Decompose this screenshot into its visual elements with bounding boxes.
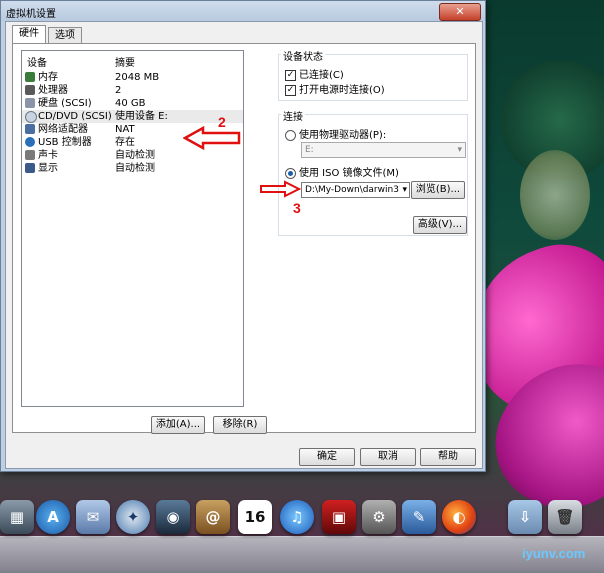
remove-device-button[interactable]: 移除(R)	[213, 416, 267, 434]
photo-booth-icon[interactable]: ▣	[322, 500, 356, 534]
device-name: CD/DVD (SCSI)	[38, 111, 112, 122]
column-header-summary[interactable]: 摘要	[115, 54, 135, 69]
finder-icon[interactable]: ▦	[0, 500, 34, 534]
close-button[interactable]: ✕	[439, 3, 481, 21]
wallpaper-highlight	[520, 150, 590, 240]
radio-icon	[285, 129, 296, 141]
connect-at-power-on-checkbox[interactable]: ✓ 打开电源时连接(O)	[285, 81, 385, 96]
device-summary: 2	[115, 85, 122, 96]
device-row-processor[interactable]: 处理器 2	[22, 84, 243, 97]
device-name: 声卡	[38, 150, 58, 161]
facetime-icon[interactable]: ◉	[156, 500, 190, 534]
device-row-hard-disk[interactable]: 硬盘 (SCSI) 40 GB	[22, 97, 243, 110]
mail-icon[interactable]: ✉	[76, 500, 110, 534]
connection-heading: 连接	[281, 108, 305, 123]
cancel-button[interactable]: 取消	[360, 448, 416, 466]
device-row-display[interactable]: 显示 自动检测	[22, 162, 243, 175]
window-title: 虚拟机设置	[6, 9, 56, 20]
chevron-down-icon: ▾	[400, 183, 407, 197]
radio-selected-icon	[285, 167, 296, 179]
check-icon: ✓	[285, 69, 296, 81]
address-book-icon[interactable]: @	[196, 500, 230, 534]
connected-label: 已连接(C)	[299, 70, 344, 81]
annotation-number-3: 3	[293, 200, 301, 216]
help-button[interactable]: 帮助	[420, 448, 476, 466]
browse-button[interactable]: 浏览(B)...	[411, 181, 465, 199]
device-list[interactable]: 设备 摘要 内存 2048 MB 处理器 2 硬盘 (SCSI) 40 GB C…	[21, 50, 244, 407]
calendar-icon[interactable]: 16	[238, 500, 272, 534]
iso-path-combo[interactable]: D:\My-Down\darwin31 ▾	[301, 182, 410, 198]
iso-image-radio[interactable]: 使用 ISO 镜像文件(M)	[285, 164, 399, 179]
iso-path-value: D:\My-Down\darwin31	[305, 185, 405, 195]
hard-disk-icon	[25, 98, 35, 108]
downloads-icon[interactable]: ⇩	[508, 500, 542, 534]
device-summary: 自动检测	[115, 163, 155, 174]
device-row-cd-dvd[interactable]: CD/DVD (SCSI) 使用设备 E:	[22, 110, 243, 123]
annotation-arrow-2	[183, 126, 241, 150]
advanced-button[interactable]: 高级(V)...	[413, 216, 467, 234]
device-name: 硬盘 (SCSI)	[38, 98, 92, 109]
device-name: 内存	[38, 72, 58, 83]
connected-checkbox[interactable]: ✓ 已连接(C)	[285, 66, 344, 81]
chevron-down-icon: ▾	[457, 145, 462, 155]
physical-drive-select[interactable]: E: ▾	[301, 142, 466, 158]
iso-image-label: 使用 ISO 镜像文件(M)	[299, 168, 399, 179]
ok-button[interactable]: 确定	[299, 448, 355, 466]
system-preferences-icon[interactable]: ⚙	[362, 500, 396, 534]
dock: ▦ A ✉ ✦ ◉ @ 16 ♫ ▣ ⚙ ✎ ◐ ⇩ 🗑	[0, 492, 604, 573]
physical-drive-label: 使用物理驱动器(P):	[299, 130, 387, 141]
device-name: 处理器	[38, 85, 68, 96]
annotation-number-2: 2	[218, 114, 226, 130]
title-bar[interactable]: 虚拟机设置 ✕	[1, 1, 485, 21]
device-row-sound[interactable]: 声卡 自动检测	[22, 149, 243, 162]
display-icon	[25, 163, 35, 173]
vm-settings-window: 虚拟机设置 ✕ 硬件 选项 设备 摘要 内存 2048 MB 处理器 2 硬盘 …	[0, 0, 486, 472]
app-store-icon[interactable]: A	[36, 500, 70, 534]
physical-drive-value: E:	[305, 145, 314, 155]
power-on-label: 打开电源时连接(O)	[299, 85, 385, 96]
calendar-day: 16	[244, 508, 266, 526]
device-status-heading: 设备状态	[281, 48, 325, 63]
memory-icon	[25, 72, 35, 82]
xcode-icon[interactable]: ✎	[402, 500, 436, 534]
dock-shelf	[0, 536, 604, 573]
tab-hardware[interactable]: 硬件	[12, 25, 46, 43]
trash-icon[interactable]: 🗑	[548, 500, 582, 534]
device-summary: 使用设备 E:	[115, 111, 168, 122]
safari-icon[interactable]: ✦	[116, 500, 150, 534]
column-header-device[interactable]: 设备	[27, 54, 47, 69]
watermark: iyunv.com	[522, 546, 586, 561]
hardware-panel: 设备 摘要 内存 2048 MB 处理器 2 硬盘 (SCSI) 40 GB C…	[12, 43, 476, 434]
check-icon: ✓	[285, 84, 296, 96]
usb-icon	[25, 137, 35, 147]
firefox-icon[interactable]: ◐	[442, 500, 476, 534]
device-summary: 40 GB	[115, 98, 146, 109]
tab-options[interactable]: 选项	[48, 27, 82, 43]
network-adapter-icon	[25, 124, 35, 134]
itunes-icon[interactable]: ♫	[280, 500, 314, 534]
device-name: 显示	[38, 163, 58, 174]
device-name: USB 控制器	[38, 137, 92, 148]
device-summary: 自动检测	[115, 150, 155, 161]
sound-card-icon	[25, 150, 35, 160]
cd-dvd-icon	[25, 111, 37, 123]
processor-icon	[25, 85, 35, 95]
add-device-button[interactable]: 添加(A)...	[151, 416, 205, 434]
physical-drive-radio[interactable]: 使用物理驱动器(P):	[285, 126, 386, 141]
device-name: 网络适配器	[38, 124, 88, 135]
device-summary: 存在	[115, 137, 135, 148]
device-summary: 2048 MB	[115, 72, 160, 83]
annotation-arrow-3	[260, 180, 301, 198]
device-summary: NAT	[115, 124, 135, 135]
window-client: 硬件 选项 设备 摘要 内存 2048 MB 处理器 2 硬盘 (SCSI) 4…	[5, 21, 483, 469]
device-row-memory[interactable]: 内存 2048 MB	[22, 71, 243, 84]
